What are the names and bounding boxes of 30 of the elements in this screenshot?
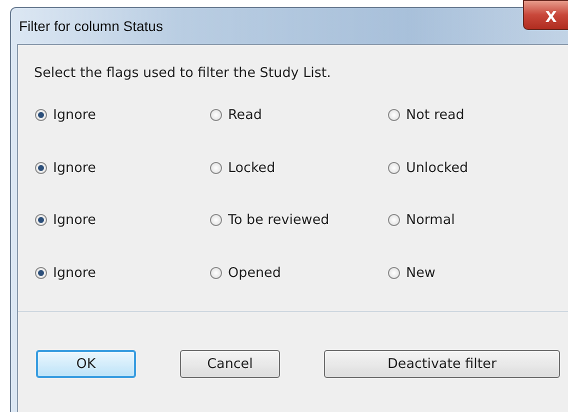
radio-label[interactable]: Locked bbox=[228, 160, 276, 176]
radio-button[interactable] bbox=[388, 266, 400, 279]
radio-button[interactable] bbox=[35, 162, 47, 174]
radio-button[interactable] bbox=[210, 162, 222, 174]
radio-button[interactable] bbox=[35, 266, 47, 279]
cancel-button[interactable]: Cancel bbox=[180, 350, 280, 378]
radio-label[interactable]: Ignore bbox=[53, 160, 96, 176]
radio-button[interactable] bbox=[388, 214, 400, 226]
instruction-text: Select the flags used to filter the Study List. bbox=[33, 64, 332, 83]
deactivate-button[interactable]: Deactivate filter bbox=[324, 350, 560, 378]
radio-label[interactable]: Opened bbox=[228, 264, 281, 281]
radio-button[interactable] bbox=[35, 109, 47, 122]
window-title: Filter for column Status bbox=[19, 18, 163, 34]
radio-button[interactable] bbox=[388, 162, 400, 174]
radio-button[interactable] bbox=[210, 214, 222, 226]
radio-label[interactable]: Read bbox=[228, 107, 262, 124]
close-button[interactable]: X bbox=[523, 0, 568, 30]
radio-label[interactable]: To be reviewed bbox=[228, 212, 330, 228]
radio-button[interactable] bbox=[210, 109, 222, 122]
radio-label[interactable]: New bbox=[406, 264, 436, 281]
radio-label[interactable]: Normal bbox=[406, 212, 455, 228]
radio-label[interactable]: Not read bbox=[406, 107, 464, 124]
radio-label[interactable]: Ignore bbox=[53, 107, 96, 124]
radio-label[interactable]: Ignore bbox=[53, 212, 96, 228]
radio-button[interactable] bbox=[388, 109, 400, 122]
radio-button[interactable] bbox=[35, 214, 47, 226]
ok-button[interactable]: OK bbox=[36, 350, 136, 378]
radio-label[interactable]: Ignore bbox=[53, 264, 96, 281]
radio-label[interactable]: Unlocked bbox=[406, 160, 468, 176]
radio-button[interactable] bbox=[210, 266, 222, 279]
